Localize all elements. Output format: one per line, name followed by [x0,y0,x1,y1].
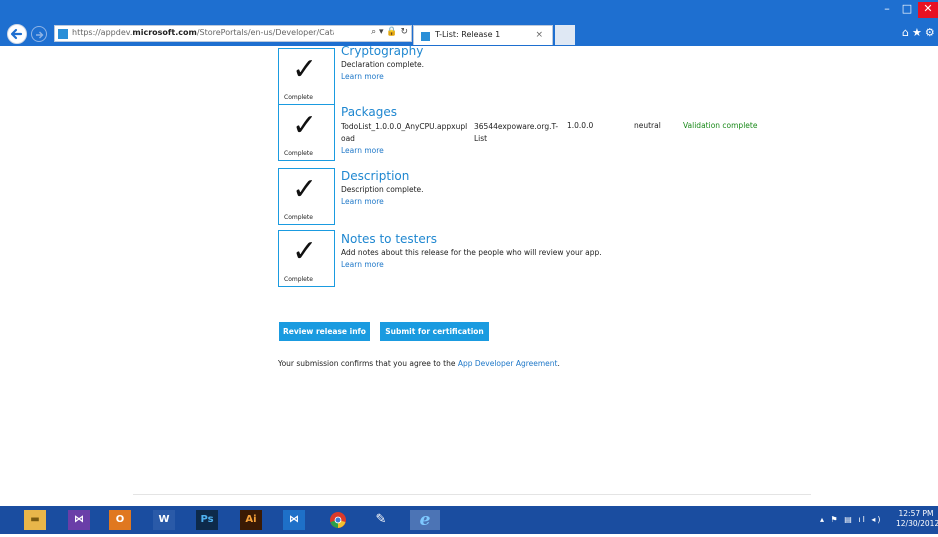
paint-icon[interactable]: ✎ [370,510,392,530]
section-packages: ✓ Complete Packages TodoList_1.0.0.0_Any… [278,104,878,162]
checkmark-icon: ✓ [292,108,318,143]
package-language: neutral [634,121,661,130]
section-title[interactable]: Cryptography [341,44,423,58]
complete-label: Complete [284,214,313,221]
address-bar-icons[interactable]: ⌕ ▾ 🔒 ↻ [371,27,408,37]
section-title[interactable]: Notes to testers [341,232,437,246]
section-description-text: Description complete. [341,185,424,194]
package-file-name: TodoList_1.0.0.0_AnyCPU.appxupload [341,122,468,143]
url-prefix: https://appdev. [72,28,133,37]
learn-more-link[interactable]: Learn more [341,197,384,206]
taskbar: ▬ ⋈ O W Ps Ai ⋈ ✎ e ▴ ⚑ ▤ ıl ◂) 12:57 PM… [0,506,938,534]
clock-time: 12:57 PM [898,509,934,518]
tab-close-icon[interactable]: × [535,30,543,40]
clock[interactable]: 12:57 PM 12/30/2012 [896,509,938,529]
home-favorites-icons[interactable]: ⌂★⚙ [902,26,938,39]
word-icon[interactable]: W [153,510,175,530]
back-button[interactable] [7,24,27,44]
clock-date: 12/30/2012 [896,519,938,528]
minimize-button[interactable]: – [878,2,896,18]
learn-more-link[interactable]: Learn more [341,146,384,155]
review-release-info-button[interactable]: Review release info [279,322,370,341]
complete-label: Complete [284,276,313,283]
learn-more-link[interactable]: Learn more [341,72,384,81]
section-cryptography: ✓ Complete Cryptography Declaration comp… [278,44,878,106]
package-identity-name: 36544expoware.org.T-List [474,122,559,143]
complete-tile: ✓ Complete [278,48,335,105]
section-title[interactable]: Packages [341,105,397,119]
file-explorer-icon[interactable]: ▬ [24,510,46,530]
package-validation-status: Validation complete [683,121,758,130]
submit-for-certification-button[interactable]: Submit for certification [380,322,489,341]
complete-tile: ✓ Complete [278,230,335,287]
visual-studio-express-icon[interactable]: ⋈ [283,510,305,530]
forward-button[interactable] [31,26,47,42]
complete-tile: ✓ Complete [278,168,335,225]
agreement-text: Your submission confirms that you agree … [278,359,458,368]
tab-title: T-List: Release 1 [435,30,501,39]
address-bar[interactable]: https://appdev.microsoft.com/StorePortal… [54,25,412,42]
section-description: Declaration complete. [341,60,425,69]
tab-t-list[interactable]: T-List: Release 1 × [413,25,553,45]
url-path: /StorePortals/en-us/Developer/Catalog/Re… [196,28,334,37]
chrome-icon[interactable] [327,510,349,530]
checkmark-icon: ✓ [292,172,318,207]
photoshop-icon[interactable]: Ps [196,510,218,530]
internet-explorer-icon[interactable]: e [410,510,440,530]
illustrator-icon[interactable]: Ai [240,510,262,530]
section-description: ✓ Complete Description Description compl… [278,168,878,226]
new-tab-button[interactable] [555,25,575,45]
system-tray-icons[interactable]: ▴ ⚑ ▤ ıl ◂) [820,515,883,524]
browser-chrome: – □ ✕ https://appdev.microsoft.com/Store… [0,0,938,46]
section-title[interactable]: Description [341,169,409,183]
section-notes-to-testers: ✓ Complete Notes to testers Add notes ab… [278,230,878,288]
complete-label: Complete [284,94,313,101]
agreement-notice: Your submission confirms that you agree … [278,359,560,368]
maximize-button[interactable]: □ [898,2,916,18]
close-window-button[interactable]: ✕ [918,2,938,18]
agreement-end: . [557,359,560,368]
complete-tile: ✓ Complete [278,104,335,161]
forward-arrow-icon [36,31,44,39]
section-description-text: Add notes about this release for the peo… [341,248,602,257]
visual-studio-icon[interactable]: ⋈ [68,510,90,530]
app-developer-agreement-link[interactable]: App Developer Agreement [458,359,558,368]
site-favicon-icon [58,29,68,39]
footer-divider [133,494,811,495]
tab-favicon-icon [421,32,430,41]
outlook-icon[interactable]: O [109,510,131,530]
url-domain: microsoft.com [132,28,197,37]
address-url: https://appdev.microsoft.com/StorePortal… [72,28,334,37]
checkmark-icon: ✓ [292,234,318,269]
learn-more-link[interactable]: Learn more [341,260,384,269]
checkmark-icon: ✓ [292,52,318,87]
complete-label: Complete [284,150,313,157]
back-arrow-icon [10,28,23,40]
package-version: 1.0.0.0 [567,121,594,130]
